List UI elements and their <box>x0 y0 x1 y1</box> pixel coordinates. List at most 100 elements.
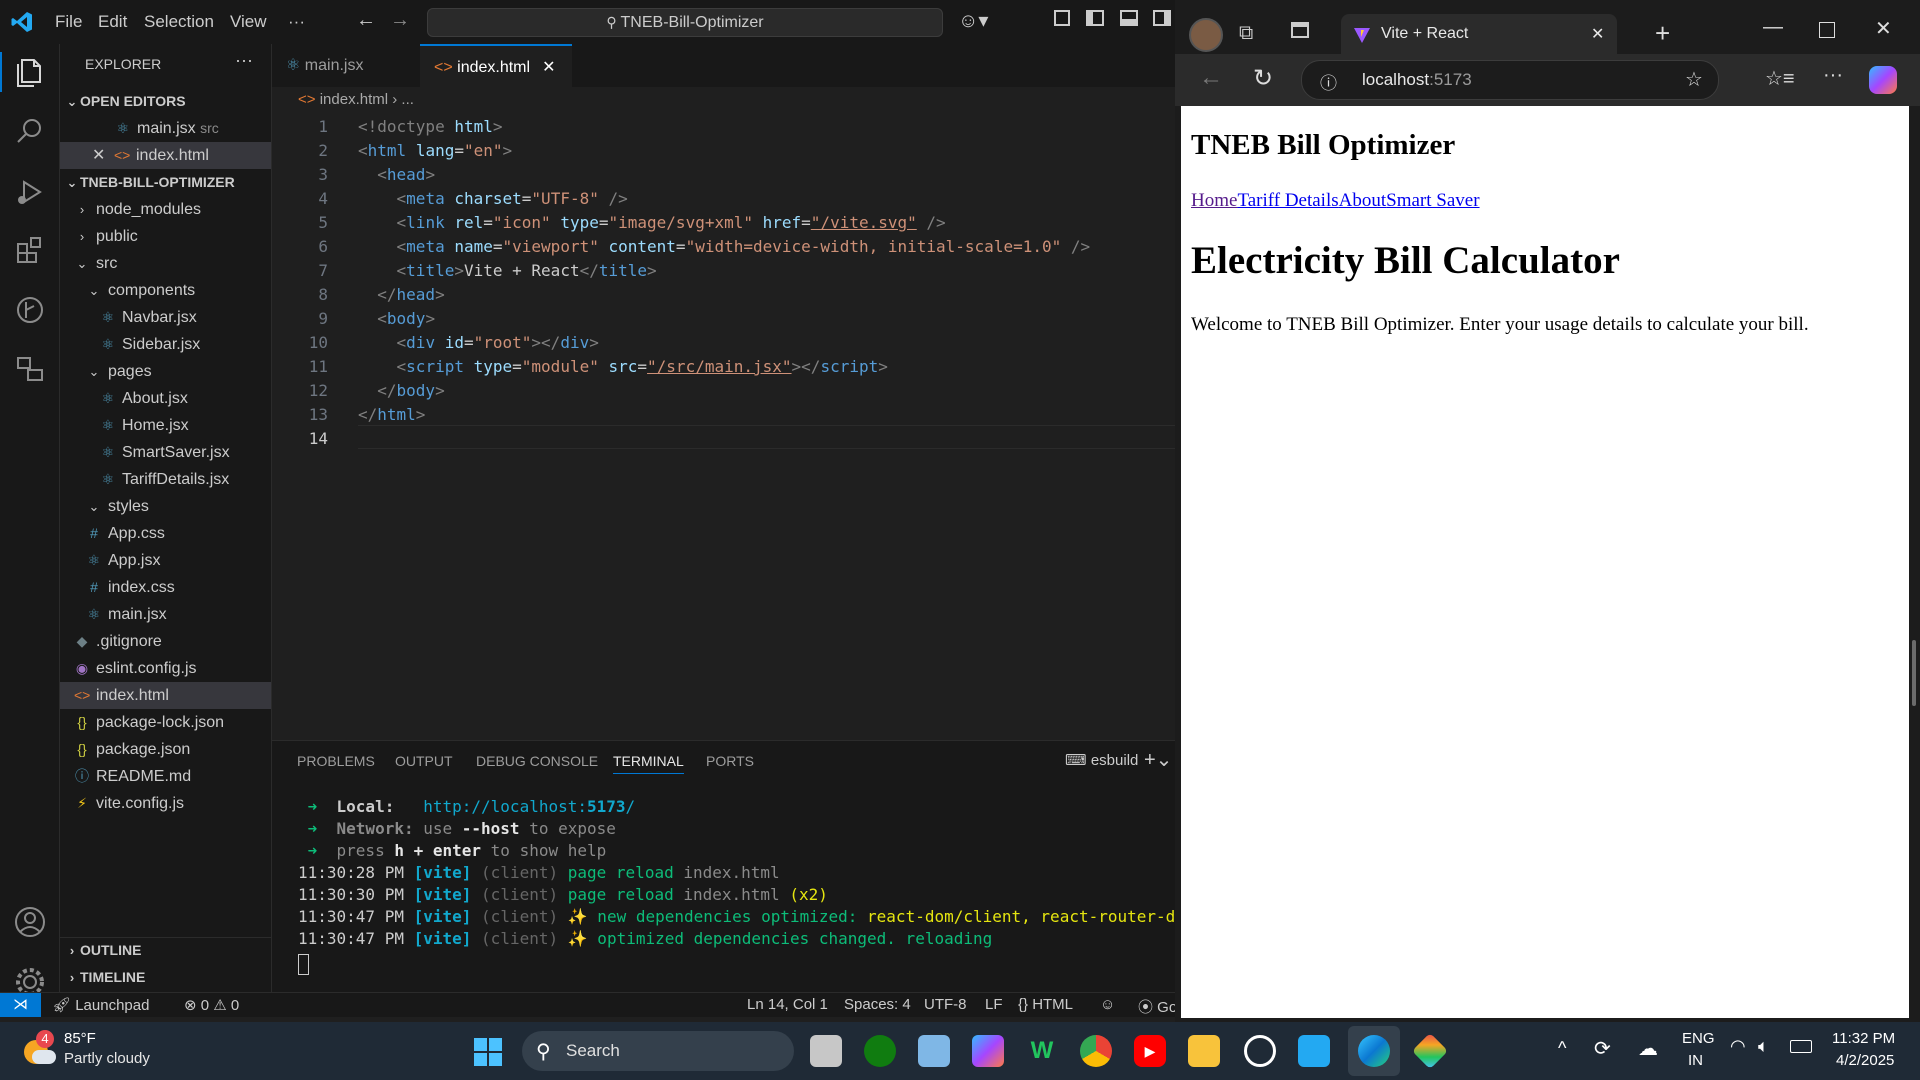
chatgpt-icon[interactable] <box>1244 1035 1276 1067</box>
line-ending[interactable]: LF <box>985 996 1003 1013</box>
tree-file[interactable]: ⚛ Sidebar.jsx <box>60 331 271 358</box>
language-mode[interactable]: {} HTML <box>1018 996 1073 1013</box>
menu-selection[interactable]: Selection <box>144 12 214 32</box>
back-arrow-icon[interactable]: ← <box>356 9 376 32</box>
file-explorer-icon[interactable] <box>1188 1035 1220 1067</box>
problems-status[interactable]: ⊗ 0 ⚠ 0 <box>184 996 239 1014</box>
code-editor[interactable]: <> index.html › ... 1 2 3 4 5 6 7 8 9 10… <box>272 87 1175 740</box>
nav-link-about[interactable]: About <box>1339 190 1387 211</box>
terminal-cursor[interactable] <box>298 954 309 975</box>
chrome-icon[interactable] <box>1080 1035 1112 1067</box>
timeline-header[interactable]: › TIMELINE <box>60 964 271 991</box>
menu-file[interactable]: File <box>55 12 82 32</box>
nav-link-tariff-details[interactable]: Tariff Details <box>1237 190 1338 211</box>
minimize-icon[interactable]: — <box>1763 16 1783 39</box>
tab-ports[interactable]: PORTS <box>706 753 754 769</box>
start-button-icon[interactable] <box>474 1038 502 1066</box>
w-app-icon[interactable]: W <box>1026 1035 1058 1067</box>
breadcrumb[interactable]: <> index.html › ... <box>298 91 414 108</box>
command-center[interactable]: ⚲ TNEB-Bill-Optimizer <box>427 8 943 37</box>
scrollbar-track[interactable] <box>1910 106 1918 1022</box>
account-icon[interactable] <box>10 902 50 942</box>
forward-arrow-icon[interactable]: → <box>390 9 410 32</box>
term-link[interactable]: http://localhost: <box>423 797 587 816</box>
copilot-icon[interactable]: ☺▾ <box>958 8 988 33</box>
remote-explorer-icon[interactable] <box>10 350 50 390</box>
toggle-panel-icon[interactable] <box>1120 10 1138 26</box>
tree-file[interactable]: {} package-lock.json <box>60 709 271 736</box>
clock-time[interactable]: 11:32 PM <box>1832 1030 1895 1047</box>
tree-file-selected[interactable]: <> index.html <box>60 682 271 709</box>
toggle-sidebar-icon[interactable] <box>1086 10 1104 26</box>
youtube-icon[interactable]: ▶ <box>1134 1035 1166 1067</box>
workspaces-icon[interactable]: ⧉ <box>1239 22 1253 45</box>
browser-tab[interactable]: Vite + React ✕ <box>1341 14 1617 54</box>
tree-folder[interactable]: ⌄ styles <box>60 493 271 520</box>
xbox-icon[interactable] <box>864 1035 896 1067</box>
outline-header[interactable]: › OUTLINE <box>60 937 271 964</box>
weather-widget[interactable]: 4 <box>22 1030 58 1066</box>
tree-file[interactable]: # index.css <box>60 574 271 601</box>
tree-file[interactable]: ◉ eslint.config.js <box>60 655 271 682</box>
tree-folder[interactable]: ⌄ src <box>60 250 271 277</box>
maximize-icon[interactable] <box>1819 22 1835 38</box>
menu-view[interactable]: View <box>230 12 267 32</box>
tree-folder[interactable]: › public <box>60 223 271 250</box>
copilot-icon[interactable] <box>1869 66 1897 94</box>
terminal-selector[interactable]: ⌨ esbuild <box>1065 751 1138 769</box>
new-terminal-icon[interactable]: +⌄ <box>1144 747 1172 772</box>
chevron-up-icon[interactable]: ^ <box>1558 1038 1566 1059</box>
code-link[interactable]: "/vite.svg" <box>811 213 917 232</box>
tab-problems[interactable]: PROBLEMS <box>297 753 375 769</box>
close-icon[interactable]: ✕ <box>92 142 108 169</box>
nav-link-home[interactable]: Home <box>1191 190 1237 211</box>
menu-edit[interactable]: Edit <box>98 12 127 32</box>
tree-file[interactable]: ⚛ SmartSaver.jsx <box>60 439 271 466</box>
edge-icon[interactable] <box>1358 1035 1390 1067</box>
tree-file[interactable]: ⓘ README.md <box>60 763 271 790</box>
breadcrumb-item[interactable]: index.html <box>320 91 388 108</box>
clock-date[interactable]: 4/2/2025 <box>1836 1052 1894 1069</box>
language-indicator[interactable]: ENG <box>1682 1030 1715 1047</box>
tab-terminal[interactable]: TERMINAL <box>613 753 684 774</box>
more-menu-icon[interactable]: ··· <box>1823 64 1843 87</box>
scrollbar-thumb[interactable] <box>1912 640 1916 706</box>
files-app-icon[interactable] <box>918 1035 950 1067</box>
taskbar-search[interactable]: ⚲ Search <box>522 1031 794 1071</box>
launchpad-button[interactable]: 🚀︎ Launchpad <box>52 996 149 1014</box>
sync-icon[interactable]: ⟳ <box>1594 1036 1611 1061</box>
tab-output[interactable]: OUTPUT <box>395 753 453 769</box>
tab-actions-icon[interactable] <box>1291 22 1309 38</box>
copilot-icon[interactable] <box>972 1035 1004 1067</box>
go-live-button[interactable]: ⦿ Go <box>1138 996 1175 1017</box>
favorites-icon[interactable]: ☆≡ <box>1765 66 1795 91</box>
tab-main-jsx[interactable]: ⚛ main.jsx <box>272 44 420 87</box>
nav-link-smart-saver[interactable]: Smart Saver <box>1386 190 1479 211</box>
region-indicator[interactable]: IN <box>1688 1052 1703 1069</box>
menu-more[interactable]: ··· <box>288 12 305 32</box>
tree-file[interactable]: ⚛ Home.jsx <box>60 412 271 439</box>
task-view-icon[interactable] <box>810 1035 842 1067</box>
open-editor-item-active[interactable]: ✕ <> index.html <box>60 142 271 169</box>
tree-folder[interactable]: ⌄ components <box>60 277 271 304</box>
project-header[interactable]: ⌄ TNEB-BILL-OPTIMIZER <box>60 169 271 196</box>
open-editor-item[interactable]: ⚛ main.jsx src <box>60 115 271 142</box>
tree-file[interactable]: # App.css <box>60 520 271 547</box>
close-icon[interactable]: ✕ <box>542 59 555 76</box>
run-debug-icon[interactable] <box>10 172 50 212</box>
back-arrow-icon[interactable]: ← <box>1199 64 1223 92</box>
tab-debug-console[interactable]: DEBUG CONSOLE <box>476 753 598 769</box>
explorer-icon[interactable] <box>10 52 50 92</box>
tree-file[interactable]: ⚛ Navbar.jsx <box>60 304 271 331</box>
app-icon[interactable] <box>1411 1032 1449 1070</box>
tree-file[interactable]: {} package.json <box>60 736 271 763</box>
close-window-icon[interactable]: ✕ <box>1875 16 1892 41</box>
encoding[interactable]: UTF-8 <box>924 996 967 1013</box>
git-graph-icon[interactable] <box>10 290 50 330</box>
search-icon[interactable] <box>10 112 50 152</box>
remote-indicator-icon[interactable]: ⋊ <box>0 993 41 1017</box>
url-text[interactable]: localhost:5173 <box>1362 70 1472 90</box>
code-link[interactable]: "/src/main.jsx" <box>647 357 792 376</box>
indentation[interactable]: Spaces: 4 <box>844 996 911 1013</box>
refresh-icon[interactable]: ↻ <box>1253 64 1273 93</box>
